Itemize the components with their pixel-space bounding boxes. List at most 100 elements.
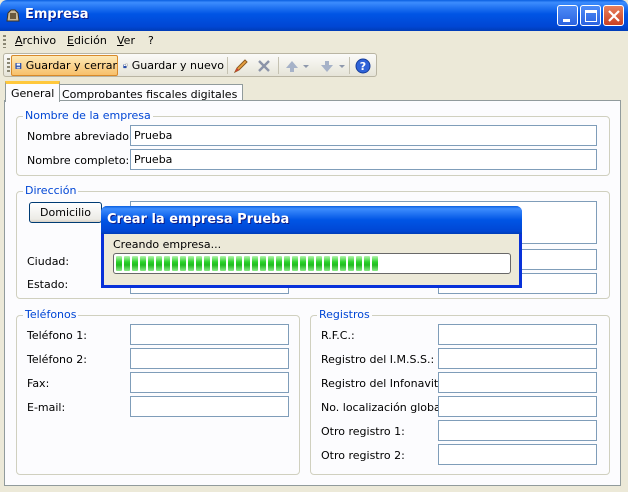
city-label: Ciudad: [27, 255, 70, 268]
maximize-icon [585, 10, 597, 22]
progress-segment [228, 256, 234, 271]
save-close-label: Guardar y cerrar [25, 59, 117, 72]
rfc-field[interactable] [438, 324, 597, 345]
close-icon [608, 10, 620, 22]
progress-segment [332, 256, 338, 271]
other-registro-1-label: Otro registro 1: [321, 425, 405, 438]
progress-message: Creando empresa... [113, 238, 222, 251]
dropdown-icon[interactable] [302, 58, 310, 74]
toolbar-separator [278, 57, 279, 74]
progress-segment [172, 256, 178, 271]
group-title: Teléfonos [23, 308, 79, 321]
phone1-field[interactable] [130, 324, 289, 345]
down-icon[interactable] [319, 58, 335, 74]
progress-segment [364, 256, 370, 271]
email-label: E-mail: [27, 401, 66, 414]
toolbar-grip [7, 58, 10, 73]
infonavit-label: Registro del Infonavit: [321, 377, 442, 390]
toolbar-separator [349, 57, 350, 74]
infonavit-field[interactable] [438, 372, 597, 393]
progress-dialog: Crear la empresa Prueba Creando empresa.… [101, 206, 522, 288]
progress-segment [284, 256, 290, 271]
other-registro-2-label: Otro registro 2: [321, 449, 405, 462]
domicilio-button[interactable]: Domicilio [29, 202, 102, 223]
imss-field[interactable] [438, 348, 597, 369]
close-button[interactable] [603, 5, 624, 26]
tab-general[interactable]: General [5, 81, 61, 102]
up-icon[interactable] [284, 58, 300, 74]
menu-ver[interactable]: Ver [117, 34, 135, 47]
progress-segment [164, 256, 170, 271]
progress-segment [340, 256, 346, 271]
progress-segment [324, 256, 330, 271]
progress-segment [220, 256, 226, 271]
menu-edicion[interactable]: Edición [67, 34, 107, 47]
save-new-button[interactable]: Guardar y nuevo [122, 55, 224, 76]
save-icon [15, 62, 22, 69]
progress-segment [268, 256, 274, 271]
progress-segment [132, 256, 138, 271]
group-title: Nombre de la empresa [23, 109, 153, 122]
save-new-icon [123, 63, 128, 68]
help-icon[interactable]: ? [355, 58, 371, 74]
progress-segment [212, 256, 218, 271]
progress-segment [140, 256, 146, 271]
maximize-button[interactable] [580, 5, 601, 26]
phone2-label: Teléfono 2: [27, 353, 87, 366]
progress-segment [188, 256, 194, 271]
title-bar[interactable]: Empresa [0, 0, 628, 31]
progress-segment [116, 256, 122, 271]
minimize-button[interactable] [557, 5, 578, 26]
short-name-field[interactable]: Prueba [130, 125, 597, 146]
app-icon [5, 7, 21, 23]
progress-segment [156, 256, 162, 271]
progress-segment [356, 256, 362, 271]
tab-comprobantes[interactable]: Comprobantes fiscales digitales [56, 84, 244, 101]
menu-archivo[interactable]: Archivo [15, 34, 56, 47]
email-field[interactable] [130, 396, 289, 417]
phone1-label: Teléfono 1: [27, 329, 87, 342]
edit-icon[interactable] [233, 58, 249, 74]
progress-segment [252, 256, 258, 271]
menu-grip [3, 35, 6, 48]
delete-icon[interactable] [256, 58, 272, 74]
phone2-field[interactable] [130, 348, 289, 369]
progress-segment [124, 256, 130, 271]
progress-dialog-title-bar[interactable]: Crear la empresa Prueba [101, 206, 522, 234]
other-registro-2-field[interactable] [438, 444, 597, 465]
progress-segment [292, 256, 298, 271]
save-close-button[interactable]: Guardar y cerrar [11, 55, 118, 76]
tab-panel-general: Nombre de la empresa Nombre abreviado: P… [4, 100, 621, 486]
toolbar-separator [227, 57, 228, 74]
fax-label: Fax: [27, 377, 50, 390]
progress-segment [276, 256, 282, 271]
window: Empresa Archivo Edición Ver ? Guardar y … [0, 0, 628, 492]
rfc-label: R.F.C.: [321, 329, 355, 342]
menu-bar: Archivo Edición Ver ? [0, 31, 628, 51]
progress-segment [236, 256, 242, 271]
progress-segment [148, 256, 154, 271]
gln-label: No. localización global: [321, 401, 448, 414]
full-name-field[interactable]: Prueba [130, 149, 597, 170]
progress-bar [113, 253, 511, 274]
progress-segment [316, 256, 322, 271]
imss-label: Registro del I.M.S.S.: [321, 353, 435, 366]
progress-dialog-title: Crear la empresa Prueba [107, 212, 290, 227]
progress-bar-fill [116, 256, 508, 271]
progress-segment [348, 256, 354, 271]
group-title: Dirección [23, 184, 79, 197]
dropdown-icon[interactable] [338, 58, 346, 74]
group-title: Registros [317, 308, 372, 321]
progress-segment [204, 256, 210, 271]
window-title: Empresa [25, 7, 89, 22]
minimize-icon [563, 19, 570, 22]
state-label: Estado: [27, 278, 69, 291]
gln-field[interactable] [438, 396, 597, 417]
progress-segment [196, 256, 202, 271]
progress-segment [372, 256, 378, 271]
fax-field[interactable] [130, 372, 289, 393]
progress-segment [260, 256, 266, 271]
menu-help[interactable]: ? [148, 34, 154, 47]
svg-text:?: ? [360, 60, 366, 73]
other-registro-1-field[interactable] [438, 420, 597, 441]
